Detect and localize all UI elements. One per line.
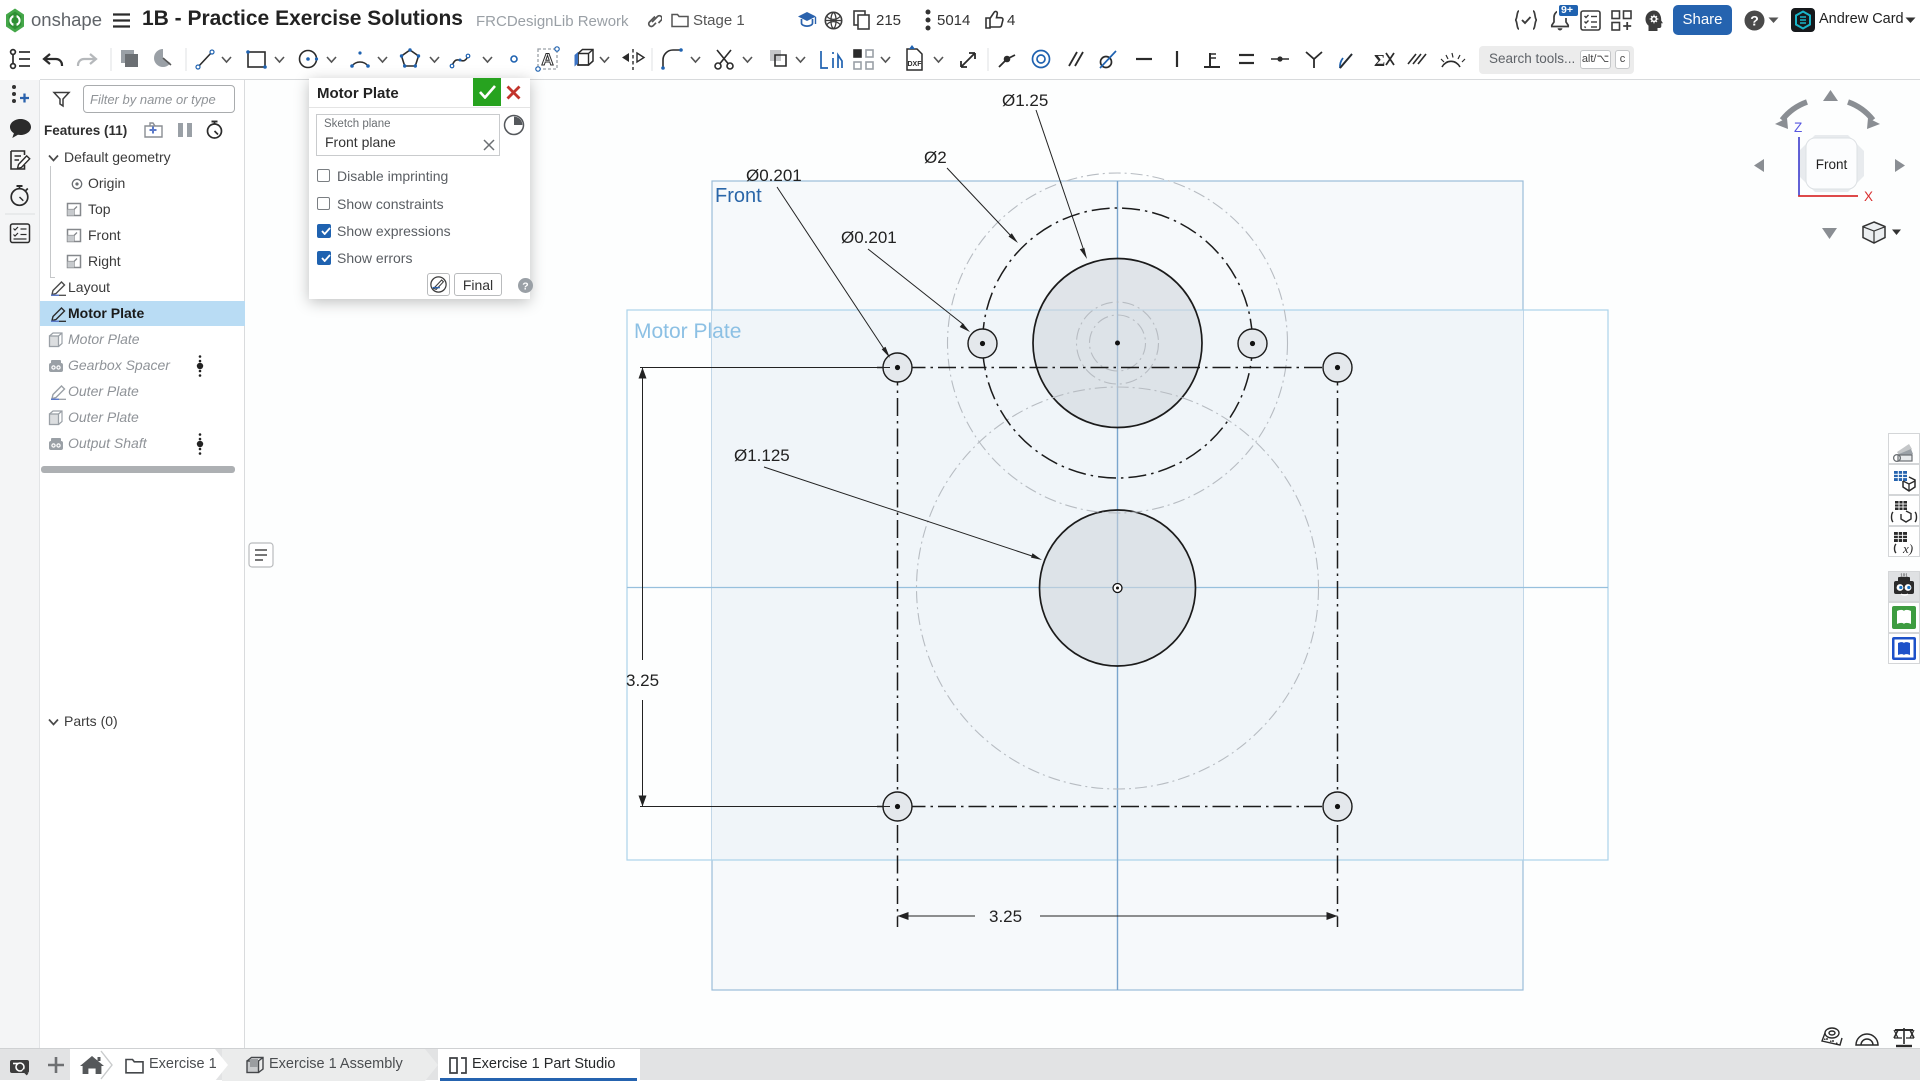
svg-text:Motor Plate: Motor Plate	[634, 320, 741, 343]
svg-text:x): x)	[1902, 541, 1913, 556]
svg-text:X: X	[1864, 189, 1873, 204]
svg-text:Ø1.25: Ø1.25	[1002, 91, 1048, 110]
svg-text:DXF: DXF	[908, 61, 923, 68]
svg-text:?: ?	[1750, 13, 1759, 29]
svg-text:Ø0.201: Ø0.201	[746, 166, 802, 185]
svg-text:Ø2: Ø2	[924, 148, 947, 167]
svg-text:Ø1.125: Ø1.125	[734, 446, 790, 465]
svg-text:Front: Front	[715, 185, 762, 207]
svg-text:Front: Front	[1816, 157, 1848, 172]
svg-text:3.25: 3.25	[989, 907, 1022, 926]
svg-text:3.25: 3.25	[626, 671, 659, 690]
svg-text:Ø0.201: Ø0.201	[841, 228, 897, 247]
svg-text:?: ?	[522, 280, 528, 292]
svg-text:Z: Z	[1794, 120, 1802, 135]
svg-text:Σ: Σ	[1374, 51, 1385, 70]
svg-text:101: 101	[1900, 573, 1908, 578]
svg-text:A: A	[541, 50, 553, 69]
